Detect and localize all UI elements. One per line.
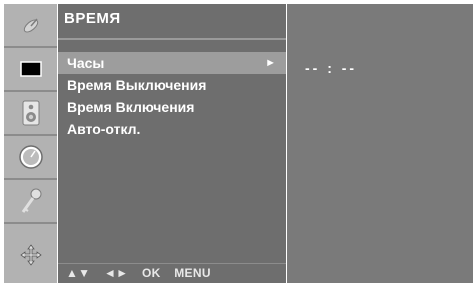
screen-picture-icon <box>19 61 42 77</box>
category-time[interactable] <box>4 136 57 180</box>
category-picture[interactable] <box>4 48 57 92</box>
menu-hint: MENU <box>174 266 211 280</box>
footer-divider <box>58 263 286 264</box>
tv-osd-frame: ВРЕМЯ Часы ► Время Выключения Время Вклю… <box>1 1 473 284</box>
key-lock-icon <box>21 188 41 213</box>
clock-time-value: -- : -- <box>305 60 358 76</box>
ok-hint: OK <box>142 266 161 280</box>
menu-item-auto-off[interactable]: Авто-откл. <box>58 118 286 140</box>
menu-title: ВРЕМЯ <box>64 10 121 27</box>
title-divider <box>58 38 286 40</box>
menu-panel: ВРЕМЯ Часы ► Время Выключения Время Вклю… <box>58 4 286 283</box>
category-station[interactable] <box>4 4 57 48</box>
updown-arrows-icon: ▲▼ <box>66 266 91 280</box>
submenu-arrow-icon: ► <box>265 57 276 69</box>
menu-item-label: Авто-откл. <box>67 121 141 137</box>
menu-item-label: Время Включения <box>67 99 195 115</box>
category-audio[interactable] <box>4 92 57 136</box>
value-panel: -- : -- <box>287 4 473 283</box>
satellite-dish-icon <box>23 18 38 33</box>
menu-item-off-time[interactable]: Время Выключения <box>58 74 286 96</box>
category-lock[interactable] <box>4 180 57 224</box>
clock-time-icon <box>18 145 43 169</box>
navigation-hint: ▲▼ ◄► OK MENU <box>66 266 221 280</box>
leftright-arrows-icon: ◄► <box>104 266 129 280</box>
menu-item-label: Часы <box>67 55 105 71</box>
menu-item-label: Время Выключения <box>67 77 207 93</box>
speaker-sound-icon <box>22 100 39 126</box>
menu-item-on-time[interactable]: Время Включения <box>58 96 286 118</box>
menu-item-clock[interactable]: Часы ► <box>58 52 286 74</box>
category-setup[interactable] <box>4 226 57 283</box>
setup-arrows-icon <box>19 243 42 266</box>
category-icon-column <box>4 4 57 283</box>
